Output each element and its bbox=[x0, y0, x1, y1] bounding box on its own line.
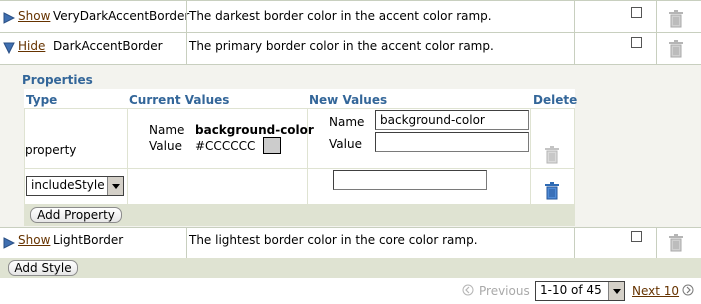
trash-icon[interactable] bbox=[669, 40, 683, 58]
style-name: LightBorder bbox=[53, 233, 124, 247]
column-divider bbox=[186, 0, 187, 32]
header-new-values: New Values bbox=[309, 93, 388, 107]
column-divider bbox=[186, 227, 187, 258]
add-style-button[interactable]: Add Style bbox=[8, 260, 78, 276]
select-checkbox[interactable] bbox=[631, 37, 642, 48]
style-name: DarkAccentBorder bbox=[53, 39, 163, 53]
property-type-label: property bbox=[25, 143, 77, 157]
column-divider bbox=[656, 0, 657, 32]
chevron-down-icon[interactable] bbox=[608, 282, 624, 300]
properties-title: Properties bbox=[22, 73, 93, 87]
trash-icon[interactable] bbox=[545, 182, 559, 200]
column-divider bbox=[186, 33, 187, 64]
column-divider bbox=[574, 0, 575, 32]
previous-link: Previous bbox=[479, 284, 530, 298]
column-divider bbox=[574, 33, 575, 64]
hide-details-link[interactable]: Hide bbox=[18, 39, 45, 53]
select-checkbox[interactable] bbox=[631, 7, 642, 18]
next-page-link[interactable]: Next 10 bbox=[632, 284, 679, 298]
new-value-label: Value bbox=[329, 137, 362, 151]
header-delete: Delete bbox=[533, 93, 578, 107]
expand-arrow-icon[interactable] bbox=[3, 12, 15, 24]
trash-icon[interactable] bbox=[669, 10, 683, 28]
style-description: The darkest border color in the accent c… bbox=[189, 9, 492, 23]
new-value-input[interactable] bbox=[375, 132, 529, 152]
value-label: Value bbox=[149, 139, 182, 153]
collapse-arrow-icon[interactable] bbox=[3, 42, 15, 54]
column-divider bbox=[656, 227, 657, 258]
page-range-value: 1-10 of 45 bbox=[540, 283, 602, 297]
new-name-input[interactable]: background-color bbox=[375, 110, 529, 130]
next-arrow-icon[interactable] bbox=[682, 284, 694, 296]
row-divider bbox=[0, 0, 701, 1]
previous-arrow-icon bbox=[462, 284, 474, 296]
page-range-select[interactable]: 1-10 of 45 bbox=[535, 281, 625, 301]
include-style-select[interactable]: includeStyle bbox=[26, 176, 124, 196]
row-divider bbox=[0, 227, 701, 228]
show-details-link[interactable]: Show bbox=[18, 233, 50, 247]
current-name-value: background-color bbox=[195, 123, 314, 137]
column-divider bbox=[574, 227, 575, 258]
add-property-button[interactable]: Add Property bbox=[30, 207, 122, 223]
name-label: Name bbox=[149, 123, 185, 137]
include-style-selected-value: includeStyle bbox=[31, 178, 105, 192]
type-cell bbox=[25, 109, 127, 168]
table-header-row bbox=[24, 89, 575, 108]
expand-arrow-icon[interactable] bbox=[3, 237, 15, 249]
style-description: The primary border color in the accent c… bbox=[189, 39, 494, 53]
color-swatch bbox=[263, 137, 281, 154]
style-description: The lightest border color in the core co… bbox=[189, 233, 478, 247]
include-style-input[interactable] bbox=[333, 170, 487, 190]
select-checkbox[interactable] bbox=[631, 231, 642, 242]
show-details-link[interactable]: Show bbox=[18, 9, 50, 23]
current-values-cell bbox=[128, 169, 307, 204]
trash-icon[interactable] bbox=[545, 146, 559, 164]
style-name: VeryDarkAccentBorder bbox=[53, 9, 190, 23]
current-color-value: #CCCCCC bbox=[195, 139, 256, 153]
trash-icon[interactable] bbox=[669, 234, 683, 252]
new-name-label: Name bbox=[329, 115, 365, 129]
header-current-values: Current Values bbox=[129, 93, 230, 107]
chevron-down-icon[interactable] bbox=[107, 177, 123, 195]
table-footer-band bbox=[0, 258, 701, 278]
column-divider bbox=[656, 33, 657, 64]
header-type: Type bbox=[26, 93, 58, 107]
